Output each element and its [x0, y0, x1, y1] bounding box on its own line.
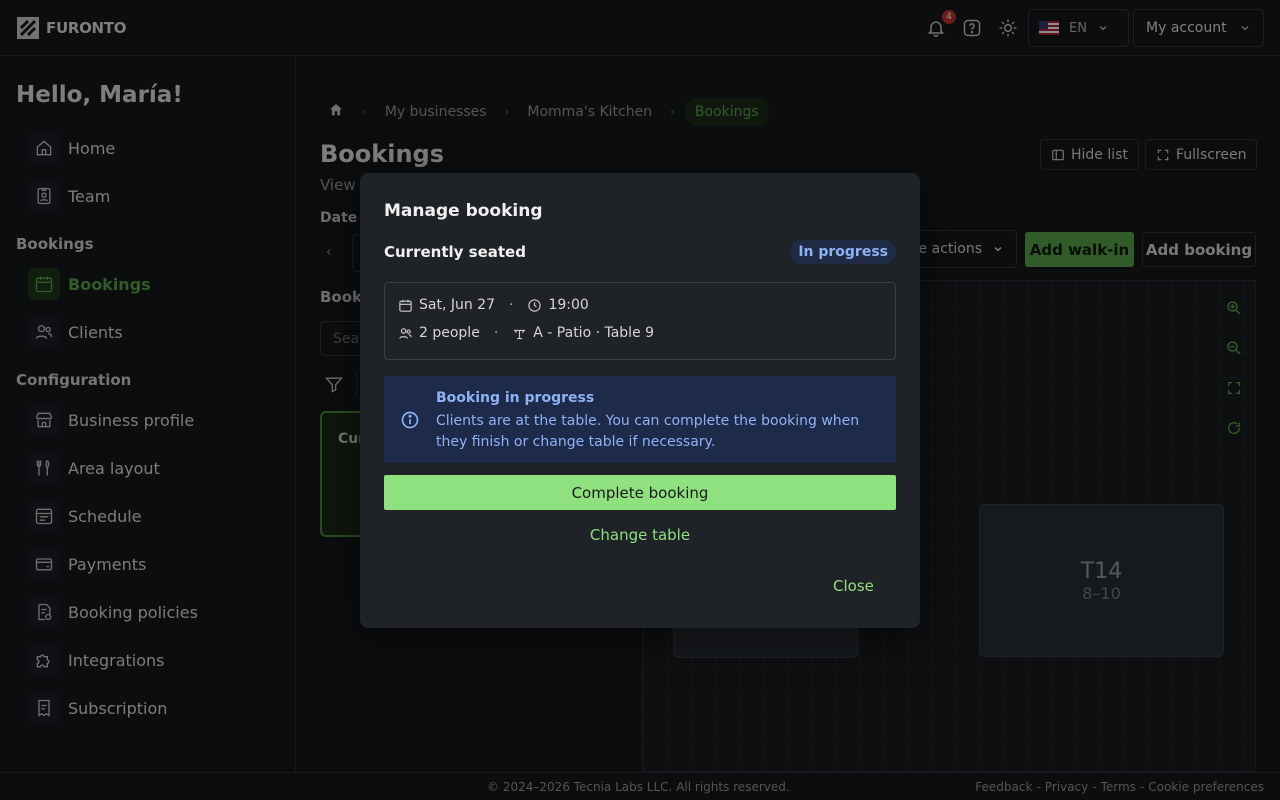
- info-alert: Booking in progress Clients are at the t…: [384, 376, 896, 463]
- booking-details-card: Sat, Jun 27 · 19:00 2 people · A - Patio…: [384, 282, 896, 360]
- manage-booking-dialog: Manage booking Currently seated In progr…: [360, 173, 920, 628]
- change-table-button[interactable]: Change table: [360, 526, 920, 544]
- section-title: Currently seated: [384, 243, 526, 261]
- close-button[interactable]: Close: [833, 577, 874, 595]
- clock-icon: [528, 298, 542, 312]
- alert-message: Clients are at the table. You can comple…: [436, 413, 860, 450]
- booking-table: A - Patio · Table 9: [533, 325, 655, 341]
- separator-dot: ·: [493, 325, 499, 341]
- status-badge: In progress: [790, 240, 896, 264]
- users-icon: [399, 327, 412, 339]
- booking-party-row: 2 people · A - Patio · Table 9: [398, 325, 654, 341]
- calendar-icon: [399, 299, 412, 312]
- booking-people: 2 people: [419, 325, 480, 341]
- info-icon: [401, 411, 419, 429]
- alert-title: Booking in progress: [436, 390, 595, 406]
- complete-booking-button[interactable]: Complete booking: [384, 475, 896, 510]
- booking-date: Sat, Jun 27: [419, 297, 495, 313]
- table-icon: [514, 329, 526, 339]
- dialog-title: Manage booking: [384, 201, 543, 221]
- separator-dot: ·: [509, 297, 514, 313]
- booking-time: 19:00: [548, 297, 589, 313]
- booking-datetime-row: Sat, Jun 27 · 19:00: [398, 297, 589, 313]
